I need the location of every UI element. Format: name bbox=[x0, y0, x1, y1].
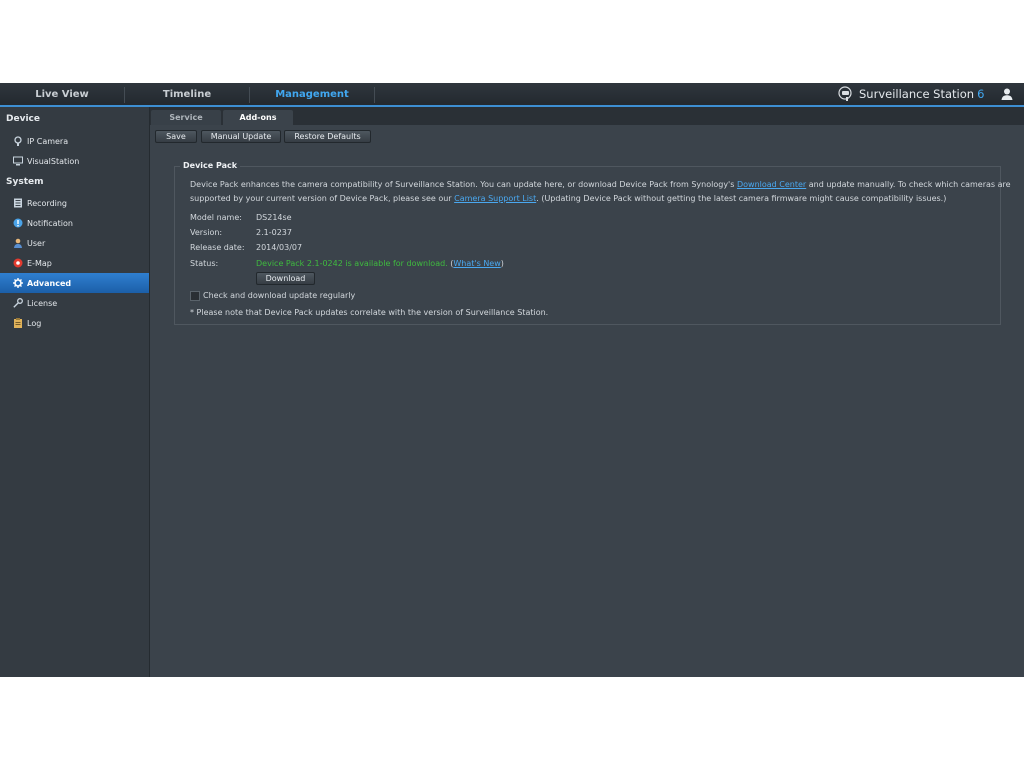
sidebar-item-recording[interactable]: Recording bbox=[0, 193, 149, 213]
gear-icon bbox=[13, 278, 23, 288]
key-icon bbox=[13, 298, 23, 308]
nav-separator bbox=[374, 87, 375, 103]
tab-add-ons[interactable]: Add-ons bbox=[223, 110, 293, 125]
nav-timeline[interactable]: Timeline bbox=[125, 83, 249, 105]
recording-icon bbox=[13, 198, 23, 208]
status-paren-close: ) bbox=[500, 259, 504, 268]
sidebar-item-label: Recording bbox=[27, 198, 68, 208]
device-pack-description-line1: Device Pack enhances the camera compatib… bbox=[190, 180, 1011, 189]
status-value: Device Pack 2.1-0242 is available for do… bbox=[256, 259, 504, 268]
download-center-link[interactable]: Download Center bbox=[737, 180, 806, 189]
sidebar-item-notification[interactable]: Notification bbox=[0, 213, 149, 233]
notification-icon bbox=[13, 218, 23, 228]
sidebar-item-label: IP Camera bbox=[27, 136, 69, 146]
device-pack-legend: Device Pack bbox=[180, 161, 241, 170]
brand: Surveillance Station 6 bbox=[838, 83, 984, 105]
nav-live-view[interactable]: Live View bbox=[0, 83, 124, 105]
sidebar-item-label: User bbox=[27, 238, 46, 248]
device-pack-description-line2: supported by your current version of Dev… bbox=[190, 194, 946, 203]
sidebar-item-advanced[interactable]: Advanced bbox=[0, 273, 149, 293]
sidebar-item-label: Notification bbox=[27, 218, 73, 228]
sidebar-item-label: E-Map bbox=[27, 258, 52, 268]
sidebar-item-label: License bbox=[27, 298, 58, 308]
description-text: and update manually. To check which came… bbox=[806, 180, 1011, 189]
model-name-value: DS214se bbox=[256, 213, 292, 222]
version-label: Version: bbox=[190, 228, 223, 237]
description-text: supported by your current version of Dev… bbox=[190, 194, 455, 203]
status-label: Status: bbox=[190, 259, 219, 268]
surveillance-station-app: Live View Timeline Management Surveillan… bbox=[0, 83, 1024, 677]
version-value: 2.1-0237 bbox=[256, 228, 292, 237]
release-date-value: 2014/03/07 bbox=[256, 243, 303, 252]
sidebar-item-label: VisualStation bbox=[27, 156, 80, 166]
user-menu-icon[interactable] bbox=[1000, 87, 1014, 103]
sidebar-item-ip-camera[interactable]: IP Camera bbox=[0, 131, 149, 151]
visualstation-icon bbox=[13, 156, 23, 166]
sidebar-item-e-map[interactable]: E-Map bbox=[0, 253, 149, 273]
release-date-label: Release date: bbox=[190, 243, 245, 252]
whats-new-link[interactable]: What's New bbox=[453, 259, 500, 268]
save-button[interactable]: Save bbox=[155, 130, 197, 143]
sidebar-section-device: Device bbox=[6, 114, 40, 124]
brand-version: 6 bbox=[977, 87, 985, 101]
sidebar-item-license[interactable]: License bbox=[0, 293, 149, 313]
log-icon bbox=[13, 318, 23, 328]
auto-update-checkbox[interactable] bbox=[190, 291, 200, 301]
sidebar-item-label: Log bbox=[27, 318, 42, 328]
emap-icon bbox=[13, 258, 23, 268]
status-message: Device Pack 2.1-0242 is available for do… bbox=[256, 259, 448, 268]
sidebar-item-log[interactable]: Log bbox=[0, 313, 149, 333]
brand-name: Surveillance Station bbox=[859, 87, 975, 101]
camera-support-list-link[interactable]: Camera Support List bbox=[454, 194, 536, 203]
nav-management[interactable]: Management bbox=[250, 83, 374, 105]
camera-icon bbox=[13, 136, 23, 146]
sidebar-item-label: Advanced bbox=[27, 278, 72, 288]
compatibility-note: * Please note that Device Pack updates c… bbox=[190, 308, 549, 317]
sidebar: Device IP Camera VisualStation System Re… bbox=[0, 107, 150, 677]
restore-defaults-button[interactable]: Restore Defaults bbox=[284, 130, 371, 143]
sidebar-item-visualstation[interactable]: VisualStation bbox=[0, 151, 149, 171]
user-icon bbox=[13, 238, 23, 248]
manual-update-button[interactable]: Manual Update bbox=[201, 130, 281, 143]
tab-strip: Service Add-ons bbox=[150, 107, 1024, 125]
sidebar-item-user[interactable]: User bbox=[0, 233, 149, 253]
auto-update-checkbox-label[interactable]: Check and download update regularly bbox=[203, 291, 355, 300]
top-navigation-bar: Live View Timeline Management Surveillan… bbox=[0, 83, 1024, 107]
surveillance-camera-logo-icon bbox=[838, 86, 852, 101]
description-text: Device Pack enhances the camera compatib… bbox=[190, 180, 737, 189]
tab-service[interactable]: Service bbox=[151, 110, 221, 125]
model-name-label: Model name: bbox=[190, 213, 242, 222]
description-text: . (Updating Device Pack without getting … bbox=[536, 194, 947, 203]
download-button[interactable]: Download bbox=[256, 272, 315, 285]
sidebar-section-system: System bbox=[6, 177, 44, 187]
